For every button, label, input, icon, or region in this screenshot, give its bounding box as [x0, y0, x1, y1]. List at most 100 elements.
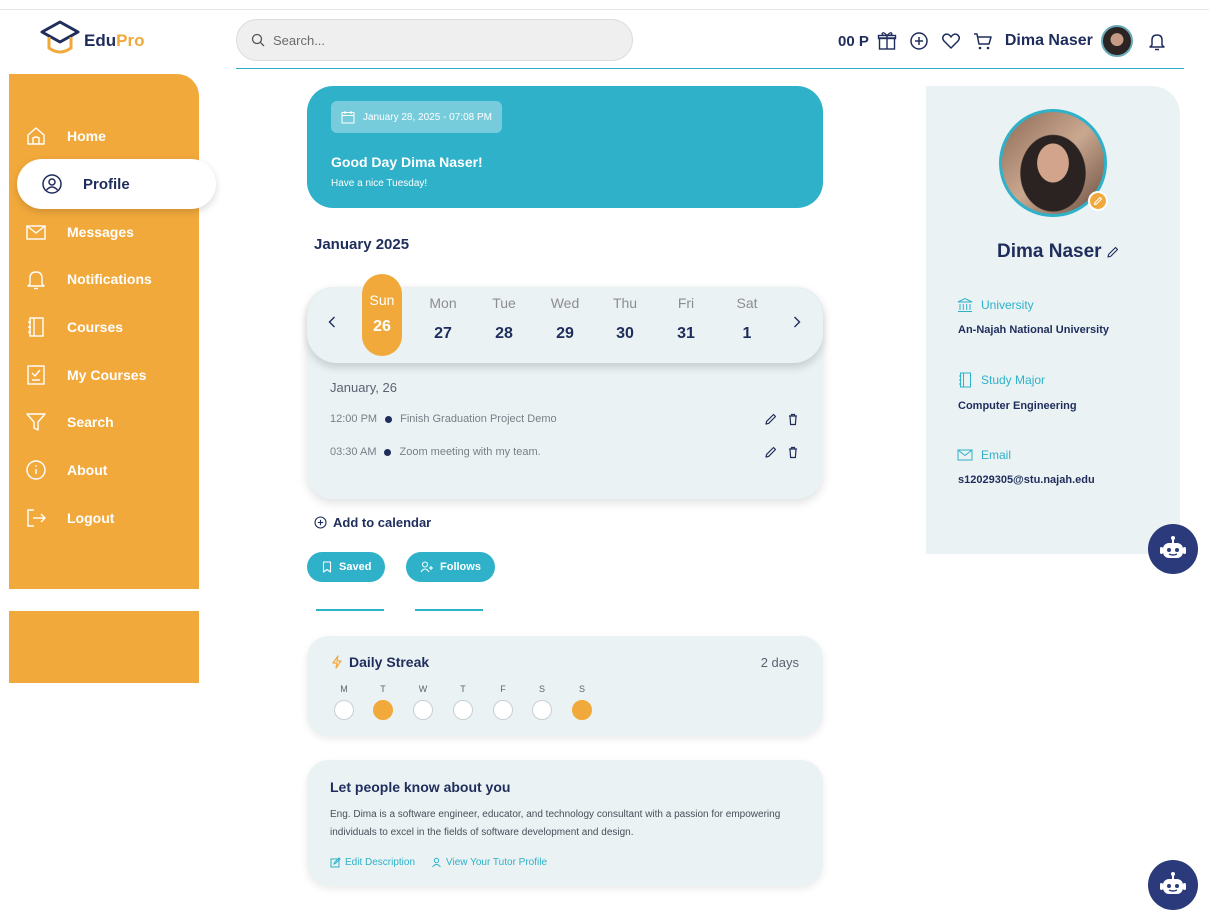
- day-number: 29: [556, 325, 574, 342]
- tab-saved[interactable]: Saved: [307, 552, 386, 582]
- chatbot-button[interactable]: [1148, 860, 1198, 910]
- edit-description-label: Edit Description: [345, 857, 416, 868]
- sidebar-item-label: Notifications: [67, 271, 152, 287]
- day-number: 30: [616, 325, 634, 342]
- search-placeholder: Search...: [273, 32, 326, 48]
- streak-day-letter: F: [500, 684, 506, 694]
- info-icon: [25, 459, 47, 481]
- sidebar-item-logout[interactable]: Logout: [25, 503, 195, 533]
- robot-icon: [1160, 872, 1186, 894]
- streak-day-circle: [373, 700, 393, 720]
- streak-title-text: Daily Streak: [349, 654, 430, 670]
- view-tutor-profile-label: View Your Tutor Profile: [446, 857, 548, 868]
- day-number: 26: [373, 318, 391, 335]
- home-icon: [25, 125, 47, 147]
- add-circle-icon[interactable]: [907, 29, 931, 53]
- university-value: An-Najah National University: [958, 324, 1109, 336]
- chatbot-button[interactable]: [1148, 524, 1198, 574]
- chevron-left-icon[interactable]: [328, 315, 336, 331]
- calendar-event[interactable]: 03:30 AM Zoom meeting with my team.: [330, 445, 800, 459]
- streak-day-letter: T: [380, 684, 386, 694]
- streak-day-circle: [453, 700, 473, 720]
- notification-bell-icon[interactable]: [1145, 29, 1169, 53]
- streak-day-circle: [493, 700, 513, 720]
- sidebar-item-label: Search: [67, 414, 114, 430]
- event-dot: [384, 448, 392, 456]
- trash-icon[interactable]: [786, 445, 800, 459]
- about-description: Eng. Dima is a software engineer, educat…: [330, 809, 781, 838]
- study-major-label: Study Major: [957, 372, 1045, 388]
- email-value: s12029305@stu.najah.edu: [958, 474, 1095, 486]
- streak-day-circle: [413, 700, 433, 720]
- edit-pencil-icon[interactable]: [764, 412, 778, 426]
- mail-icon: [25, 221, 47, 243]
- view-tutor-profile-link[interactable]: View Your Tutor Profile: [431, 857, 547, 868]
- heart-icon[interactable]: [939, 29, 963, 53]
- day-thu[interactable]: Thu 30: [605, 295, 645, 343]
- sidebar-item-profile[interactable]: Profile: [17, 159, 216, 209]
- day-tue[interactable]: Tue 28: [484, 295, 524, 343]
- sidebar-item-search[interactable]: Search: [25, 407, 195, 437]
- sidebar-item-home[interactable]: Home: [25, 121, 195, 151]
- search-input[interactable]: Search...: [236, 19, 633, 61]
- university-icon: [957, 297, 973, 312]
- streak-day: S: [532, 684, 552, 720]
- day-sat[interactable]: Sat 1: [727, 295, 767, 343]
- day-mon[interactable]: Mon 27: [423, 295, 463, 343]
- streak-day: S: [572, 684, 592, 720]
- gift-icon[interactable]: [875, 29, 899, 53]
- user-icon: [432, 857, 441, 868]
- date-chip: January 28, 2025 - 07:08 PM: [331, 101, 502, 133]
- study-major-label-text: Study Major: [981, 373, 1046, 387]
- app-logo[interactable]: EduPro: [40, 18, 144, 58]
- header-avatar[interactable]: [1100, 25, 1133, 57]
- day-name: Wed: [550, 295, 580, 311]
- streak-day-letter: S: [538, 684, 545, 694]
- study-major-value: Computer Engineering: [958, 400, 1077, 412]
- greeting-title: Good Day Dima Naser!: [331, 154, 483, 170]
- add-to-calendar-button[interactable]: Add to calendar: [314, 515, 431, 530]
- day-name: Fri: [677, 295, 695, 311]
- mail-icon: [957, 449, 973, 461]
- calendar-icon: [341, 111, 355, 124]
- sidebar-item-label: Messages: [67, 224, 134, 240]
- streak-day-circle: [334, 700, 354, 720]
- sidebar-item-notifications[interactable]: Notifications: [25, 264, 195, 294]
- calendar-month: January 2025: [314, 236, 410, 253]
- edit-square-icon: [330, 857, 341, 868]
- filter-icon: [25, 411, 47, 433]
- day-wed[interactable]: Wed 29: [545, 295, 585, 343]
- trash-icon[interactable]: [786, 412, 800, 426]
- about-title: Let people know about you: [330, 779, 511, 795]
- day-name: Sun: [369, 292, 395, 308]
- streak-day-circle: [572, 700, 592, 720]
- day-sun[interactable]: Sun 26: [362, 274, 402, 356]
- robot-icon: [1160, 536, 1186, 558]
- sidebar-item-courses[interactable]: Courses: [25, 312, 195, 342]
- day-number: 27: [434, 325, 452, 342]
- pencil-icon: [1093, 196, 1103, 206]
- edit-pencil-icon[interactable]: [764, 445, 778, 459]
- tab-follows[interactable]: Follows: [406, 552, 495, 582]
- sidebar-item-my-courses[interactable]: My Courses: [25, 360, 195, 390]
- edit-pencil-icon[interactable]: [1106, 245, 1120, 259]
- university-label: University: [957, 297, 1034, 313]
- day-fri[interactable]: Fri 31: [666, 295, 706, 343]
- edit-description-link[interactable]: Edit Description: [330, 857, 415, 868]
- avatar-edit-button[interactable]: [1088, 191, 1108, 211]
- header-divider: [236, 68, 1184, 69]
- chevron-right-icon[interactable]: [793, 315, 801, 331]
- about-card: Let people know about you Eng. Dima is a…: [307, 760, 823, 886]
- calendar-event[interactable]: 12:00 PM Finish Graduation Project Demo: [330, 412, 800, 426]
- sidebar-item-messages[interactable]: Messages: [25, 217, 195, 247]
- university-label-text: University: [981, 298, 1034, 312]
- streak-count: 2 days: [760, 655, 799, 670]
- header-username[interactable]: Dima Naser: [1005, 32, 1093, 50]
- cart-icon[interactable]: [971, 29, 995, 53]
- email-label-text: Email: [981, 448, 1012, 462]
- streak-day-letter: T: [460, 684, 466, 694]
- logout-icon: [25, 507, 47, 529]
- day-number: 1: [742, 325, 752, 342]
- day-name: Thu: [612, 295, 638, 311]
- sidebar-item-about[interactable]: About: [25, 455, 195, 485]
